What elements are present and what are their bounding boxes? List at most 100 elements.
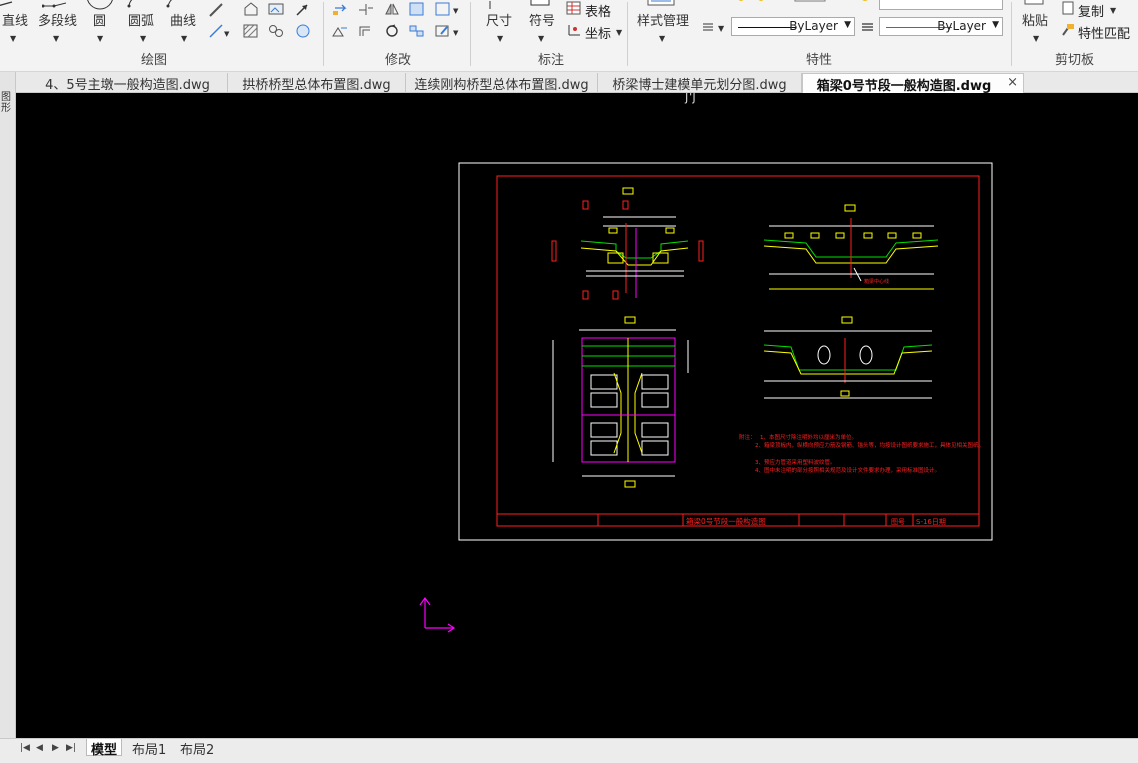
note-line: 2、箱梁顶板内，纵横向预应力筋及钢筋、锚头等，均按设计图纸要求施工，具体见相关图… — [755, 441, 984, 449]
paste-icon — [1024, 0, 1046, 10]
note-line: 1、本图尺寸除注明外均以厘米为单位。 — [760, 433, 857, 441]
table-button[interactable]: 表格 — [585, 1, 611, 20]
arrow-pick-icon[interactable] — [295, 3, 309, 21]
drawing-canvas[interactable]: ʃ'ʃ 箱梁0号节段一般构造图 图号 S-16日期 箱梁中心线 附注： 1、本图… — [16, 93, 1138, 738]
svg-text:▼: ▼ — [453, 29, 459, 37]
document-tab-label: 箱梁0号节段一般构造图.dwg — [816, 79, 992, 94]
layout-tab-layout1[interactable]: 布局1 — [128, 739, 170, 758]
next-layout-icon[interactable]: ▶ — [52, 743, 59, 753]
hatch-icon[interactable] — [243, 24, 259, 42]
copy-icon — [1060, 1, 1076, 19]
style-manager-dropdown[interactable]: ▼ — [659, 34, 665, 43]
layout-tab-bar: |◀ ◀ ▶ ▶| 模型 布局1 布局2 — [0, 738, 1138, 763]
rectangle-icon[interactable] — [409, 2, 425, 20]
coordinate-dropdown[interactable]: ▼ — [616, 28, 622, 37]
mirror-icon[interactable] — [384, 2, 400, 20]
tool-palette-strip[interactable]: 图形 — [0, 72, 16, 738]
construction-line-icon[interactable]: ▼ — [208, 24, 230, 42]
spline-icon — [166, 0, 180, 12]
shape-icon[interactable] — [243, 2, 259, 20]
document-tab-label: 拱桥桥型总体布置图.dwg — [242, 78, 391, 93]
paste-button[interactable]: 粘贴 — [1022, 14, 1048, 30]
group-divider — [323, 2, 324, 66]
list-icon[interactable] — [701, 20, 717, 38]
array-icon[interactable] — [409, 24, 425, 42]
coordinate-button[interactable]: 坐标 — [585, 23, 611, 42]
first-layout-icon[interactable]: |◀ — [20, 743, 30, 753]
spline-tool[interactable]: 曲线 — [170, 14, 196, 30]
symbol-dropdown[interactable]: ▼ — [538, 34, 544, 43]
linetype-select[interactable]: ByLayer ▼ — [731, 17, 855, 36]
polyline-dropdown[interactable]: ▼ — [53, 34, 59, 43]
title-block-sheet-label: 图号 — [891, 518, 905, 526]
dimension-tool[interactable]: 尺寸 — [486, 14, 512, 30]
properties-group-label: 特性 — [806, 53, 833, 68]
center-line-label: 箱梁中心线 — [864, 278, 889, 285]
dimension-icon — [488, 0, 502, 13]
arc-tool[interactable]: 圆弧 — [128, 14, 154, 30]
ribbon: 直线 ▼ 多段线 ▼ 圆 ▼ 圆弧 ▼ 曲线 ▼ ▼ 绘图 ▼ ▼ 修改 尺寸 … — [0, 0, 1138, 72]
polyline-tool[interactable]: 多段线 — [38, 14, 77, 30]
group-divider — [627, 2, 628, 66]
layout-tab-layout2[interactable]: 布局2 — [176, 739, 218, 758]
image-frame-icon[interactable] — [268, 2, 284, 20]
line-dropdown[interactable]: ▼ — [10, 34, 16, 43]
table-icon — [566, 1, 582, 19]
close-icon[interactable]: × — [1007, 75, 1018, 90]
line-tool[interactable]: 直线 — [2, 14, 28, 30]
section-view-bottom-right — [763, 316, 933, 399]
document-tab[interactable]: 4、5号主墩一般构造图.dwg — [28, 73, 228, 93]
modify-group-label: 修改 — [385, 53, 412, 68]
stretch-icon[interactable] — [332, 24, 348, 42]
group-divider — [470, 2, 471, 66]
circle-tool[interactable]: 圆 — [93, 14, 106, 30]
lineweight-icon[interactable] — [860, 20, 876, 38]
list-dropdown[interactable]: ▼ — [718, 24, 724, 33]
style-manager-button[interactable]: 样式管理 — [637, 14, 689, 30]
offset-icon[interactable] — [358, 24, 374, 42]
region-icon[interactable] — [268, 24, 284, 42]
title-block-name: 箱梁0号节段一般构造图 — [686, 516, 766, 526]
layout-tab-model[interactable]: 模型 — [86, 739, 123, 758]
annotate-group-label: 标注 — [538, 53, 565, 68]
trim-icon[interactable] — [358, 2, 374, 20]
sheet-border — [458, 162, 993, 541]
plan-view-bottom-left — [552, 316, 689, 488]
match-properties-button[interactable]: 特性匹配 — [1078, 23, 1130, 42]
notes-header: 附注： — [739, 433, 756, 441]
linetype-value: ByLayer — [789, 19, 838, 33]
document-tab-label: 连续刚构桥型总体布置图.dwg — [414, 78, 589, 93]
move-icon[interactable] — [332, 2, 348, 20]
document-tab[interactable]: 连续刚构桥型总体布置图.dwg — [406, 73, 598, 93]
dimension-dropdown[interactable]: ▼ — [497, 34, 503, 43]
paste-dropdown[interactable]: ▼ — [1033, 34, 1039, 43]
group-divider — [1011, 2, 1012, 66]
style-manager-icon — [647, 0, 677, 11]
color-field[interactable] — [879, 0, 1003, 10]
prev-layout-icon[interactable]: ◀ — [36, 743, 43, 753]
pencil-icon[interactable] — [208, 3, 224, 21]
document-tab-active[interactable]: 箱梁0号节段一般构造图.dwg × — [802, 73, 1024, 94]
chevron-down-icon: ▼ — [992, 20, 999, 30]
lineweight-select[interactable]: ByLayer ▼ — [879, 17, 1003, 36]
copy-dropdown[interactable]: ▼ — [1110, 6, 1116, 15]
spline-dropdown[interactable]: ▼ — [181, 34, 187, 43]
arc-dropdown[interactable]: ▼ — [140, 34, 146, 43]
layer-icons-row[interactable] — [733, 0, 873, 9]
circle-dropdown[interactable]: ▼ — [97, 34, 103, 43]
match-properties-icon — [1060, 23, 1076, 41]
last-layout-icon[interactable]: ▶| — [66, 743, 76, 753]
section-view-top-right — [763, 204, 939, 290]
line-icon — [0, 0, 14, 13]
symbol-tool[interactable]: 符号 — [529, 14, 555, 30]
document-tab[interactable]: 桥梁博士建模单元划分图.dwg — [598, 73, 802, 93]
rotate-icon[interactable] — [384, 24, 400, 42]
note-line: 4、图中未注明的部分按照相关规范及设计文件要求办理，采用标准图设计。 — [755, 466, 940, 474]
copy-button[interactable]: 复制 — [1078, 1, 1104, 20]
boundary-icon[interactable] — [295, 24, 311, 42]
document-tab[interactable]: 拱桥桥型总体布置图.dwg — [228, 73, 406, 93]
select-rect-icon[interactable]: ▼ — [435, 2, 461, 20]
drawing-svg: 箱梁0号节段一般构造图 图号 S-16日期 箱梁中心线 附注： 1、本图尺寸除注… — [419, 162, 993, 633]
document-tab-label: 桥梁博士建模单元划分图.dwg — [612, 78, 787, 93]
edit-icon[interactable]: ▼ — [435, 24, 461, 42]
